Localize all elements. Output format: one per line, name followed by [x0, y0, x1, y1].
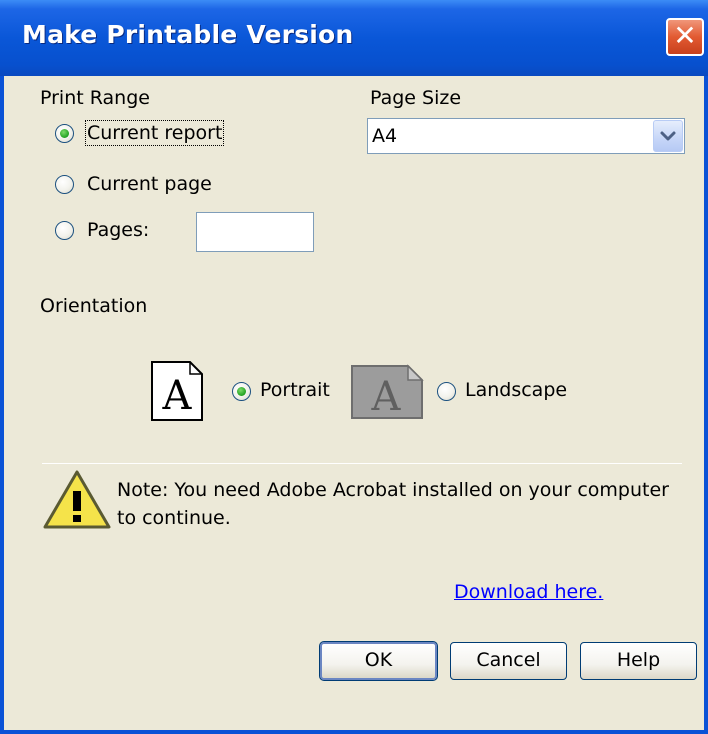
help-button[interactable]: Help [580, 642, 697, 680]
landscape-letter: A [371, 374, 402, 420]
radio-current-report[interactable] [55, 124, 74, 143]
radio-pages[interactable] [55, 221, 74, 240]
download-link[interactable]: Download here. [454, 581, 603, 603]
cancel-button[interactable]: Cancel [450, 642, 567, 680]
ok-button[interactable]: OK [319, 641, 438, 681]
close-button[interactable]: ✕ [666, 18, 704, 56]
radio-portrait[interactable] [232, 382, 251, 401]
warning-icon [43, 470, 111, 529]
note-text-line2: to continue. [117, 507, 231, 529]
portrait-letter: A [162, 373, 193, 419]
note-text-line1: Note: You need Adobe Acrobat installed o… [117, 479, 669, 501]
portrait-page-icon: A [151, 361, 203, 421]
close-icon: ✕ [673, 19, 697, 52]
page-size-value: A4 [372, 125, 398, 147]
radio-selected-dot [60, 129, 69, 138]
page-size-label: Page Size [370, 87, 462, 109]
radio-portrait-label[interactable]: Portrait [260, 379, 330, 401]
dialog-title: Make Printable Version [22, 20, 354, 49]
title-bar[interactable]: Make Printable Version ✕ [0, 0, 708, 76]
chevron-down-icon [660, 131, 676, 141]
separator [42, 463, 682, 464]
radio-selected-dot [237, 387, 246, 396]
dropdown-button[interactable] [653, 120, 683, 152]
radio-landscape[interactable] [437, 382, 456, 401]
orientation-label: Orientation [40, 295, 148, 317]
print-range-label: Print Range [40, 87, 150, 109]
radio-current-report-label[interactable]: Current report [84, 120, 225, 146]
radio-current-page[interactable] [55, 175, 74, 194]
dialog-window: Make Printable Version ✕ Print Range Cur… [0, 0, 708, 734]
radio-current-page-label[interactable]: Current page [87, 173, 212, 195]
pages-input[interactable] [196, 212, 314, 252]
radio-landscape-label[interactable]: Landscape [465, 379, 567, 401]
dialog-body: Print Range Current report Current page … [4, 76, 704, 730]
landscape-page-icon: A [351, 364, 424, 420]
page-size-select[interactable]: A4 [367, 118, 685, 154]
radio-pages-label[interactable]: Pages: [87, 219, 149, 241]
